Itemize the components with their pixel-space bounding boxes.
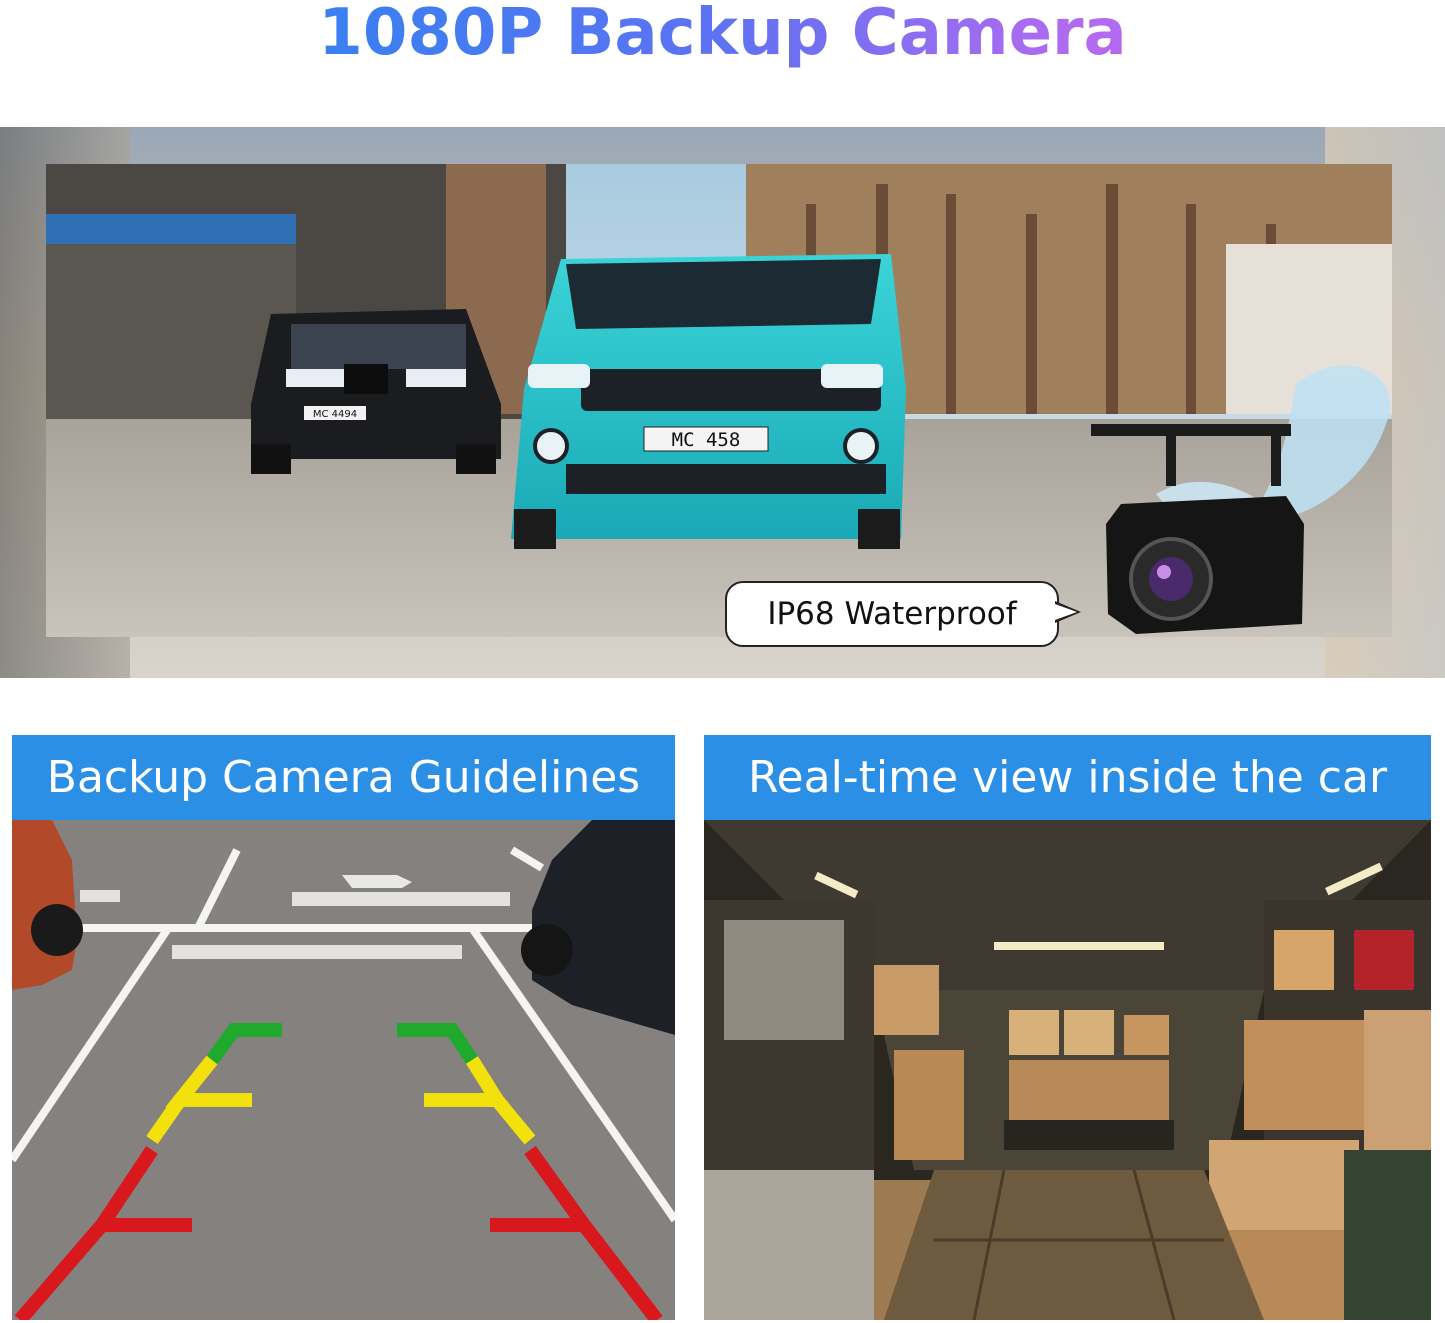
rear-plate: MC 4494: [313, 409, 357, 420]
parking-lot-photo: [12, 820, 675, 1320]
waterproof-callout: IP68 Waterproof: [725, 581, 1081, 647]
interior-view-panel: Real-time view inside the car: [704, 735, 1431, 1320]
front-plate: MC 458: [672, 429, 741, 451]
hero-street-photo: MC 4494 MC 458: [46, 164, 1392, 637]
guidelines-panel: Backup Camera Guidelines: [12, 735, 675, 1320]
page-title: 1080P Backup Camera: [0, 0, 1445, 70]
cargo-interior-photo: [704, 820, 1431, 1320]
guidelines-heading: Backup Camera Guidelines: [12, 735, 675, 820]
interior-view-heading: Real-time view inside the car: [704, 735, 1431, 820]
